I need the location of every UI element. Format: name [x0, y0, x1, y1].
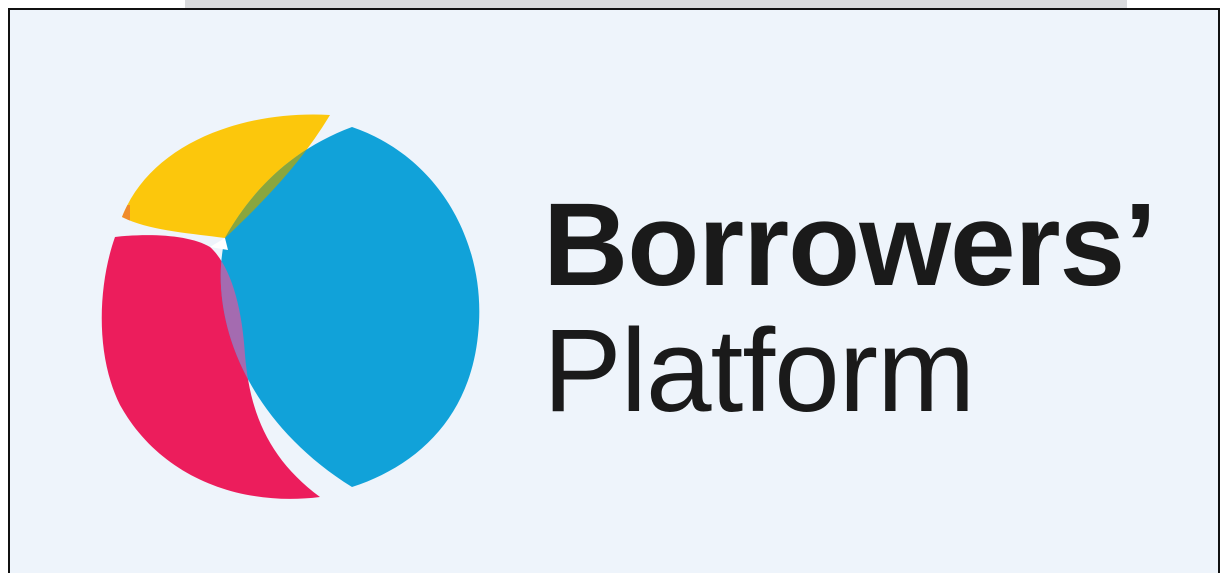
page: Borrowers’ Platform [0, 0, 1222, 573]
white-gap [210, 238, 228, 250]
wordmark-borrowers: Borrowers’ [543, 179, 1157, 311]
wordmark-platform: Platform [543, 305, 975, 437]
logo-frame: Borrowers’ Platform [8, 8, 1220, 573]
logo-mark-icon [101, 114, 480, 499]
top-strip [185, 0, 1127, 8]
wordmark: Borrowers’ Platform [543, 179, 1157, 437]
